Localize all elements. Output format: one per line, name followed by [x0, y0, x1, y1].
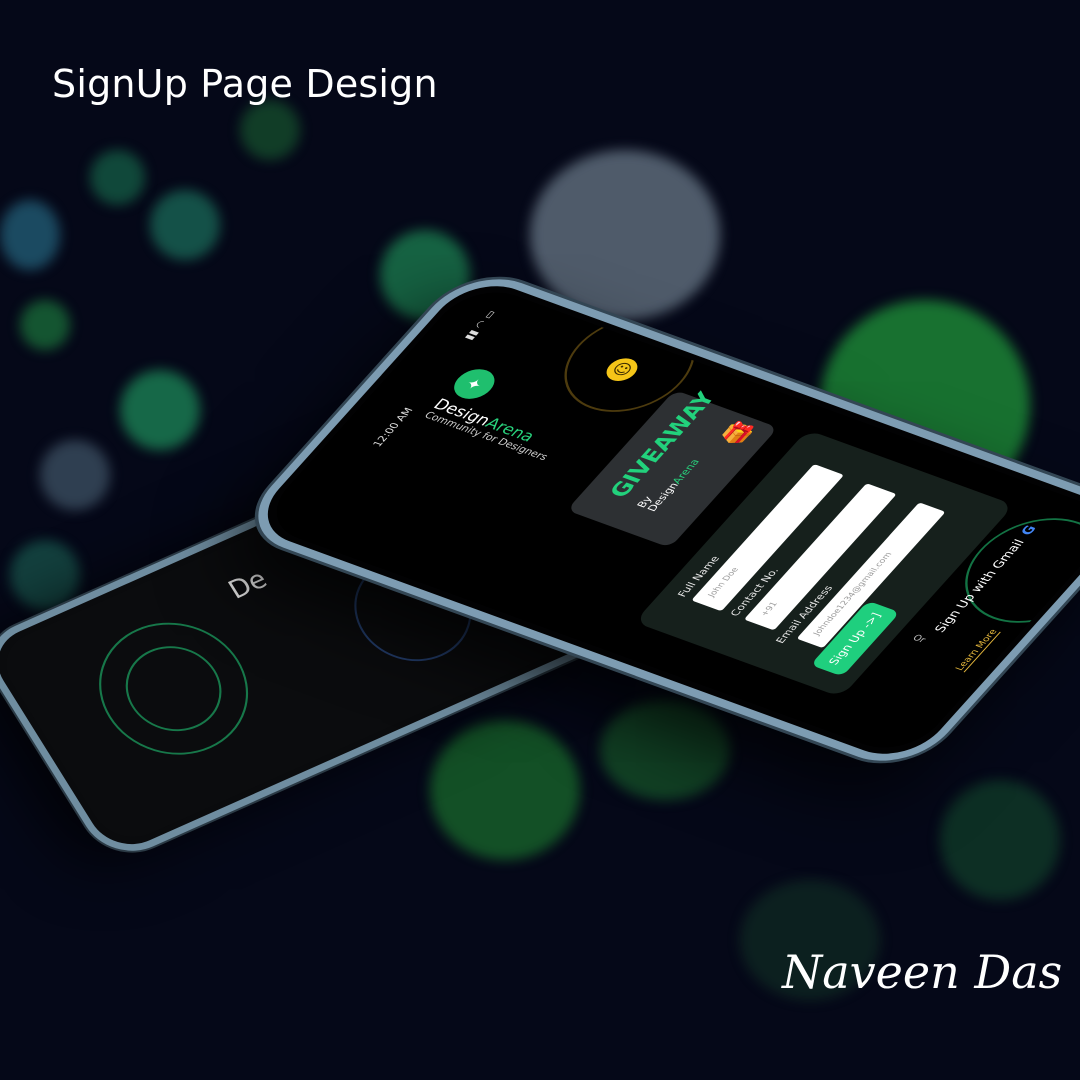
gift-icon: 🎁	[714, 419, 759, 450]
bokeh-light	[430, 720, 580, 860]
bokeh-light	[600, 700, 730, 800]
bokeh-light	[530, 150, 720, 320]
back-phone-title: De	[223, 564, 273, 606]
bokeh-light	[40, 440, 110, 510]
bokeh-light	[20, 300, 70, 350]
bokeh-light	[150, 190, 220, 260]
bokeh-light	[120, 370, 200, 450]
author-signature: Naveen Das	[782, 945, 1063, 999]
bokeh-light	[0, 200, 60, 270]
bokeh-light	[940, 780, 1060, 900]
or-divider-text: Or	[909, 633, 928, 646]
signal-battery-icon: ▮▮ ◠ ▭	[462, 309, 499, 342]
page-title: SignUp Page Design	[52, 62, 438, 106]
status-time: 12:00 AM	[371, 406, 416, 449]
design-arena-logo-icon: ✦	[446, 364, 503, 404]
learn-more-link[interactable]: Learn More	[954, 628, 1000, 672]
bokeh-light	[90, 150, 145, 205]
bokeh-light	[240, 100, 300, 160]
bokeh-light	[10, 540, 80, 610]
contact-placeholder: +91	[758, 600, 780, 618]
